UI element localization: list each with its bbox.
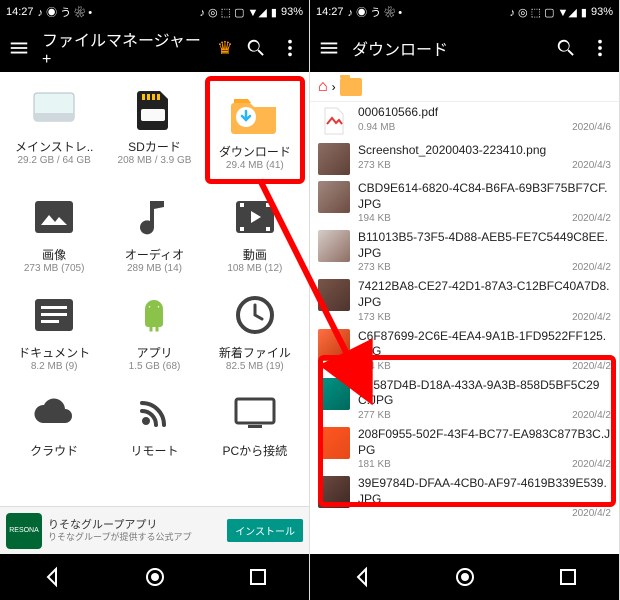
pc-icon: [230, 388, 280, 438]
folder-icon[interactable]: [340, 78, 362, 96]
more-icon[interactable]: [589, 37, 611, 59]
list-item[interactable]: C6F87699-2C6E-4EA4-9A1B-1FD9522FF125.JPG…: [310, 326, 619, 375]
list-item[interactable]: B11013B5-73F5-4D88-AEB5-FE7C5449C8EE.JPG…: [310, 227, 619, 276]
cell-downloads[interactable]: ダウンロード29.4 MB (41): [205, 76, 305, 184]
app-bar: ダウンロード: [310, 24, 619, 72]
cell-remote[interactable]: リモート: [104, 380, 204, 467]
status-bar: 14:27♪ ◉ う ❀ • ♪ ◎ ⬚ ▢ ▼◢▮93%: [0, 0, 309, 24]
thumbnail-icon: [318, 378, 350, 410]
thumbnail-icon: [318, 476, 350, 508]
home-icon[interactable]: ⌂: [318, 78, 328, 96]
cell-images[interactable]: 画像273 MB (705): [4, 184, 104, 282]
crown-icon[interactable]: ♛: [217, 38, 233, 59]
android-icon: [129, 290, 179, 340]
image-icon: [29, 192, 79, 242]
cell-recent[interactable]: 新着ファイル82.5 MB (19): [205, 282, 305, 380]
sd-icon: [129, 84, 179, 134]
back-button[interactable]: [40, 565, 64, 589]
thumbnail-icon: [318, 427, 350, 459]
thumbnail-icon: [318, 329, 350, 361]
ad-app-icon: RESONA: [6, 513, 42, 549]
menu-icon[interactable]: [8, 37, 30, 59]
thumbnail-icon: [318, 230, 350, 262]
pdf-icon: [318, 105, 350, 137]
cell-documents[interactable]: ドキュメント8.2 MB (9): [4, 282, 104, 380]
drive-icon: [29, 84, 79, 134]
thumbnail-icon: [318, 143, 350, 175]
list-item[interactable]: 39E9784D-DFAA-4CB0-AF97-4619B339E539.JPG…: [310, 473, 619, 522]
remote-icon: [129, 388, 179, 438]
cell-video[interactable]: 動画108 MB (12): [205, 184, 305, 282]
file-list[interactable]: 000610566.pdf0.94 MB2020/4/6 Screenshot_…: [310, 102, 619, 554]
list-item[interactable]: Screenshot_20200403-223410.png273 KB2020…: [310, 140, 619, 178]
phone-left: 14:27♪ ◉ う ❀ • ♪ ◎ ⬚ ▢ ▼◢▮93% ファイルマネージャー…: [0, 0, 310, 600]
document-icon: [29, 290, 79, 340]
clock-icon: [230, 290, 280, 340]
status-time: 14:27: [6, 6, 34, 18]
recent-button[interactable]: [246, 565, 270, 589]
nav-bar: [0, 554, 309, 600]
video-icon: [230, 192, 280, 242]
ad-install-button[interactable]: インストール: [227, 519, 303, 542]
cell-sd-card[interactable]: SDカード208 MB / 3.9 GB: [104, 76, 204, 184]
chevron-right-icon: ›: [332, 80, 336, 94]
cloud-icon: [29, 388, 79, 438]
list-item[interactable]: 74212BA8-CE27-42D1-87A3-C12BFC40A7D8.JPG…: [310, 276, 619, 325]
cell-pc-connect[interactable]: PCから接続: [205, 380, 305, 467]
page-title: ダウンロード: [352, 36, 543, 60]
list-item[interactable]: 208F0955-502F-43F4-BC77-EA983C877B3C.JPG…: [310, 424, 619, 473]
search-icon[interactable]: [555, 37, 577, 59]
cell-cloud[interactable]: クラウド: [4, 380, 104, 467]
cell-audio[interactable]: オーディオ289 MB (14): [104, 184, 204, 282]
cell-main-storage[interactable]: メインストレ..29.2 GB / 64 GB: [4, 76, 104, 184]
thumbnail-icon: [318, 279, 350, 311]
phone-right: 14:27♪ ◉ う ❀ • ♪ ◎ ⬚ ▢ ▼◢▮93% ダウンロード ⌂ ›…: [310, 0, 620, 600]
audio-icon: [129, 192, 179, 242]
list-item[interactable]: 000610566.pdf0.94 MB2020/4/6: [310, 102, 619, 140]
more-icon[interactable]: [279, 37, 301, 59]
app-bar: ファイルマネージャー + ♛: [0, 24, 309, 72]
cell-apps[interactable]: アプリ1.5 GB (68): [104, 282, 204, 380]
battery-pct: 93%: [281, 6, 303, 18]
list-item[interactable]: 9C587D4B-D18A-433A-9A3B-858D5BF5C29C.JPG…: [310, 375, 619, 424]
menu-icon[interactable]: [318, 37, 340, 59]
ad-banner[interactable]: RESONA りそなグループアプリりそなグループが提供する公式アプ インストール: [0, 506, 309, 554]
battery-icon: ▮: [271, 6, 277, 19]
thumbnail-icon: [318, 181, 350, 213]
category-grid: メインストレ..29.2 GB / 64 GB SDカード208 MB / 3.…: [0, 72, 309, 471]
home-button[interactable]: [143, 565, 167, 589]
recent-button[interactable]: [556, 565, 580, 589]
breadcrumb[interactable]: ⌂ ›: [310, 72, 619, 102]
status-bar: 14:27♪ ◉ う ❀ • ♪ ◎ ⬚ ▢ ▼◢▮93%: [310, 0, 619, 24]
back-button[interactable]: [350, 565, 374, 589]
download-folder-icon: [230, 89, 280, 139]
home-button[interactable]: [453, 565, 477, 589]
app-title: ファイルマネージャー +: [42, 27, 205, 69]
list-item[interactable]: CBD9E614-6820-4C84-B6FA-69B3F75BF7CF.JPG…: [310, 178, 619, 227]
search-icon[interactable]: [245, 37, 267, 59]
nav-bar: [310, 554, 619, 600]
